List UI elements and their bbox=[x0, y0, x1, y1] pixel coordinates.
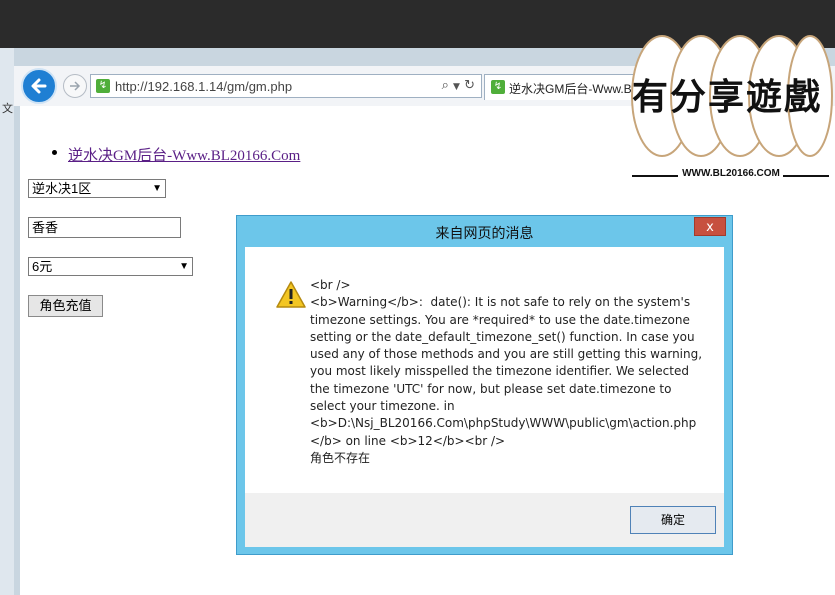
address-bar-actions[interactable]: ⌕ ▼ ↻ bbox=[442, 78, 475, 93]
search-icon[interactable]: ⌕ bbox=[442, 78, 449, 93]
warning-icon bbox=[276, 281, 306, 308]
browser-tab[interactable]: ↯ 逆水决GM后台-Www.B bbox=[484, 74, 634, 100]
alert-dialog: 来自网页的消息 x <br /> <b>Warning</b>: date():… bbox=[236, 215, 733, 555]
watermark-title: 有分享遊戲 bbox=[632, 77, 823, 118]
dialog-body: <br /> <b>Warning</b>: date(): It is not… bbox=[245, 247, 724, 493]
chevron-down-icon: ▼ bbox=[179, 261, 189, 272]
watermark-url: WWW.BL20166.COM bbox=[682, 168, 780, 179]
list-bullet bbox=[52, 150, 57, 155]
refresh-icon[interactable]: ↻ bbox=[464, 78, 475, 93]
left-edge-strip: 文 bbox=[0, 48, 14, 595]
chevron-down-icon: ▼ bbox=[152, 183, 162, 194]
left-edge-glyph: 文 bbox=[2, 102, 13, 115]
tab-title: 逆水决GM后台-Www.B bbox=[509, 82, 632, 96]
role-name-value: 香香 bbox=[32, 220, 59, 235]
forward-button[interactable] bbox=[63, 74, 87, 98]
role-name-input[interactable]: 香香 bbox=[28, 217, 181, 238]
dialog-footer: 确定 bbox=[245, 493, 724, 547]
watermark-logo: 有分享遊戲 WWW.BL20166.COM bbox=[628, 16, 833, 191]
site-favicon-icon: ↯ bbox=[96, 79, 110, 93]
dropdown-icon[interactable]: ▼ bbox=[453, 82, 460, 92]
arrow-left-icon bbox=[31, 78, 47, 94]
dialog-title: 来自网页的消息 bbox=[435, 225, 534, 241]
back-button[interactable] bbox=[21, 68, 57, 104]
dialog-close-button[interactable]: x bbox=[694, 217, 726, 236]
recharge-button[interactable]: 角色充值 bbox=[28, 295, 103, 317]
server-select-value: 逆水决1区 bbox=[32, 181, 92, 196]
gm-panel-link[interactable]: 逆水决GM后台-Www.BL20166.Com bbox=[68, 144, 300, 165]
address-text: http://192.168.1.14/gm/gm.php bbox=[115, 79, 293, 94]
tab-favicon-icon: ↯ bbox=[491, 80, 505, 94]
amount-select[interactable]: 6元 ▼ bbox=[28, 257, 193, 276]
arrow-right-icon bbox=[70, 81, 81, 91]
amount-select-value: 6元 bbox=[32, 259, 53, 274]
dialog-message: <br /> <b>Warning</b>: date(): It is not… bbox=[310, 278, 703, 465]
ok-button[interactable]: 确定 bbox=[630, 506, 716, 534]
server-select[interactable]: 逆水决1区 ▼ bbox=[28, 179, 166, 198]
address-bar[interactable]: ↯ http://192.168.1.14/gm/gm.php ⌕ ▼ ↻ bbox=[90, 74, 482, 98]
